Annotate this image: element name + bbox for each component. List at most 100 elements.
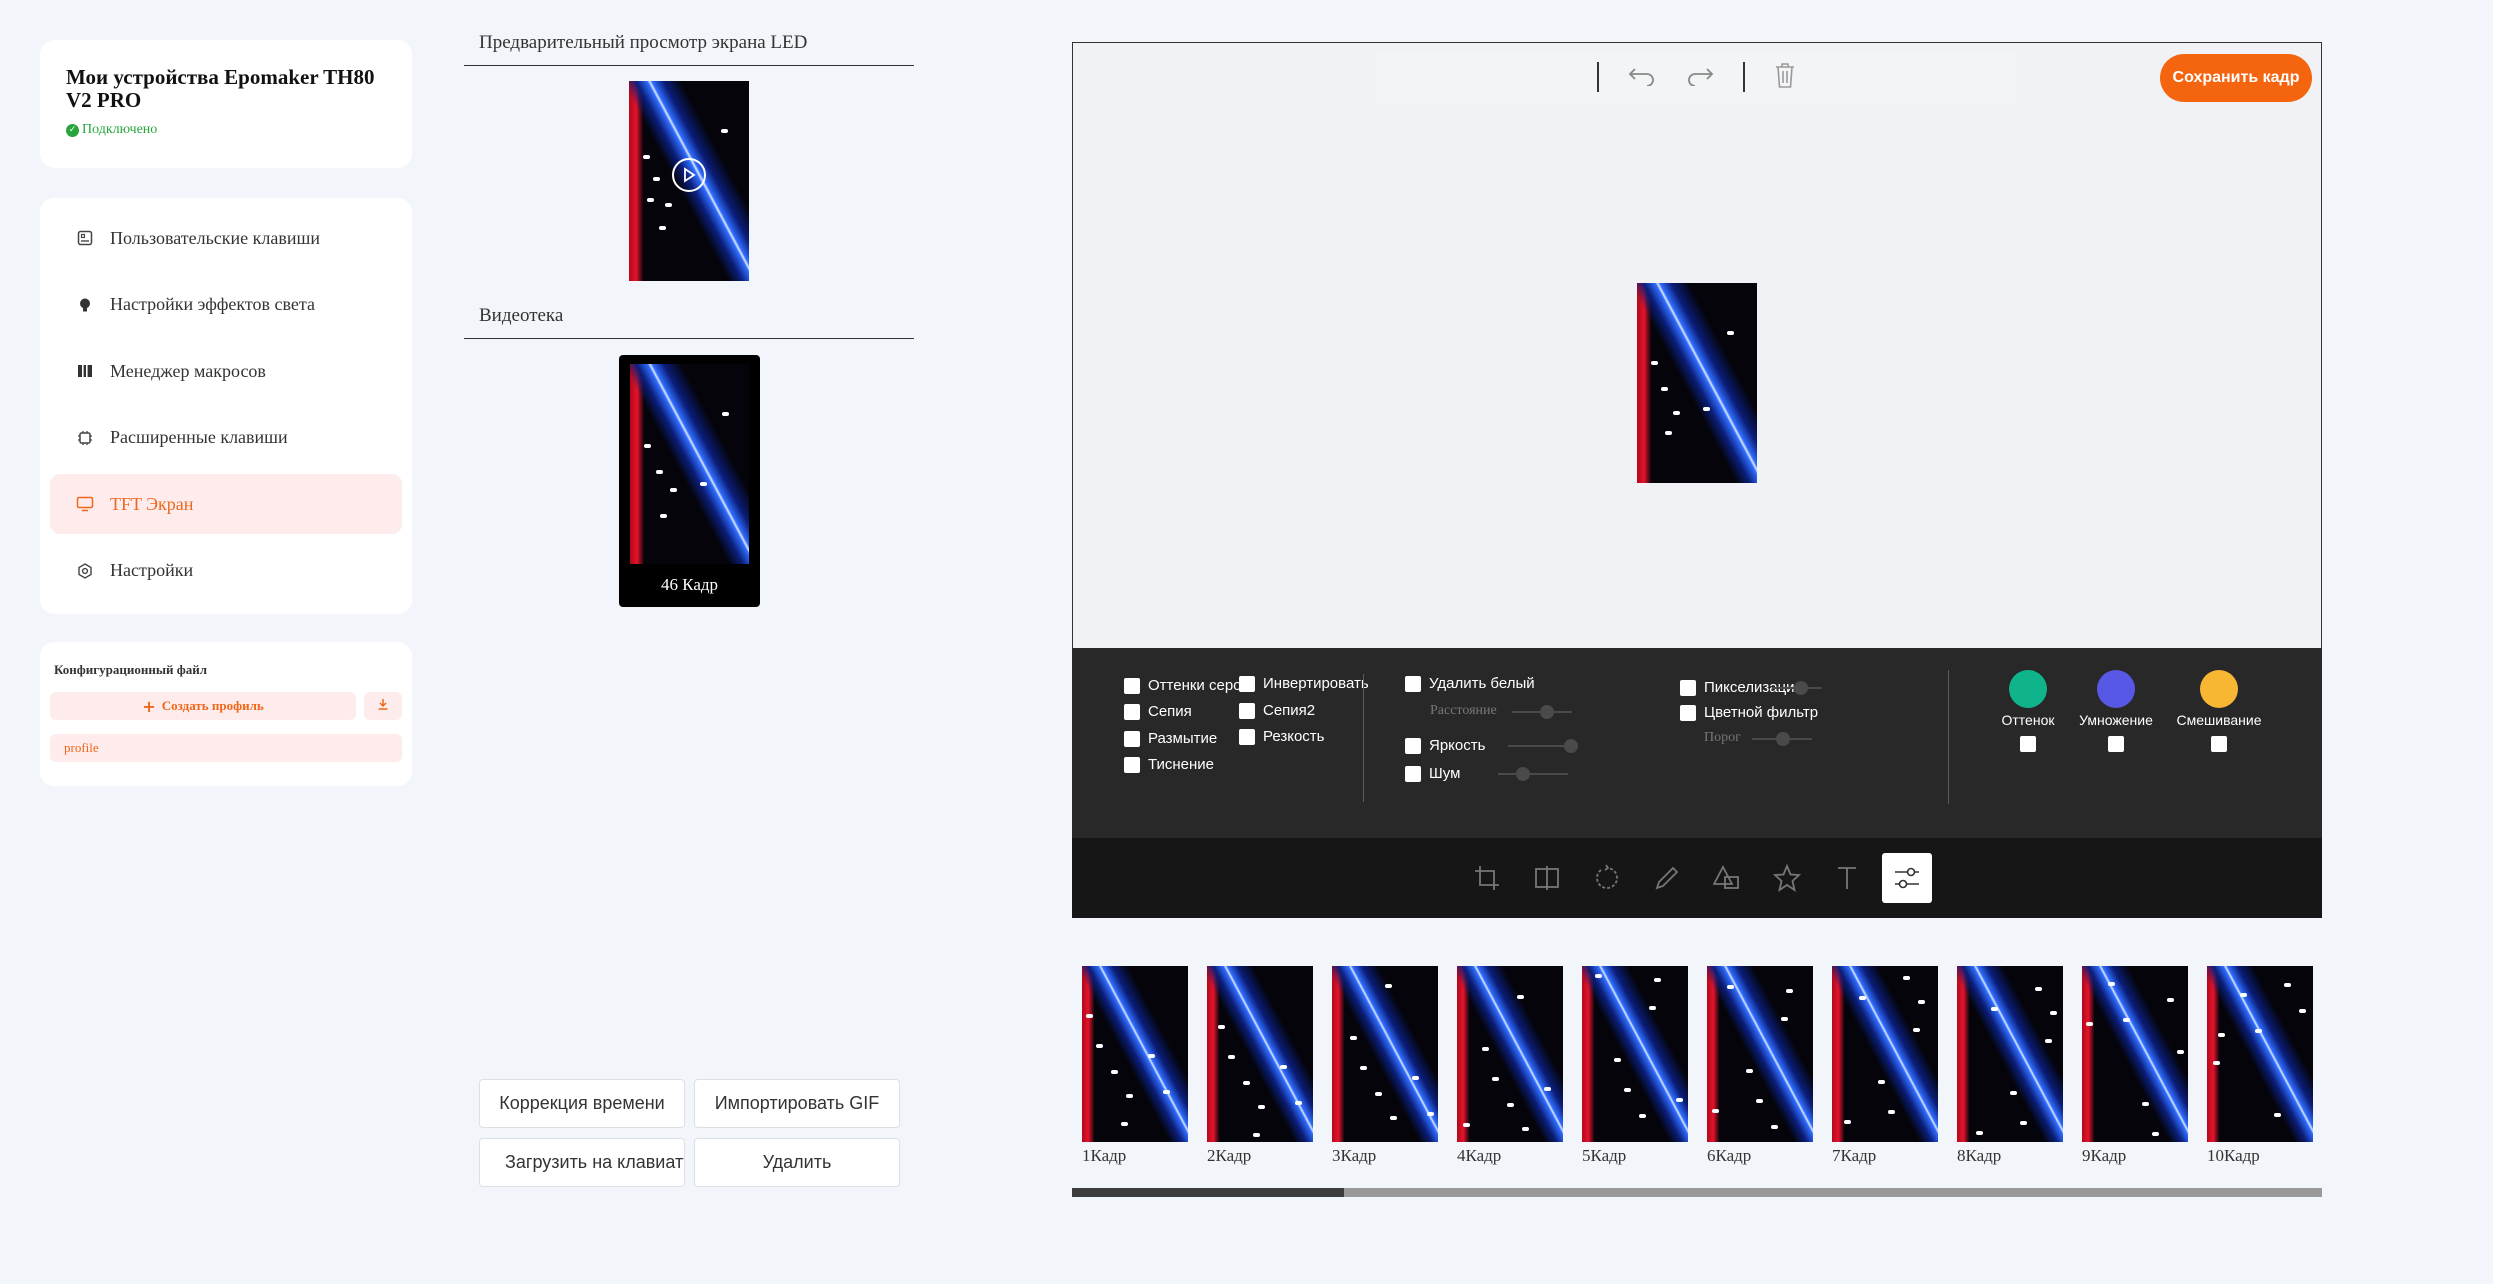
blend-color-swatch[interactable]: [2200, 670, 2238, 708]
invert-checkbox[interactable]: Инвертировать: [1239, 675, 1369, 692]
profile-list-item[interactable]: profile: [50, 734, 402, 762]
check-circle-icon: ✓: [66, 123, 79, 137]
download-profile-button[interactable]: [364, 692, 402, 720]
frame-thumbnail[interactable]: [1332, 966, 1438, 1142]
noise-slider[interactable]: [1498, 767, 1568, 781]
noise-checkbox[interactable]: Шум: [1405, 765, 1460, 782]
frame-thumbnail[interactable]: [1457, 966, 1563, 1142]
rotate-icon[interactable]: [1582, 853, 1632, 903]
sharpen-checkbox[interactable]: Резкость: [1239, 728, 1325, 745]
multiply-checkbox[interactable]: [2108, 736, 2124, 752]
frame-thumbnail[interactable]: [1582, 966, 1688, 1142]
frames-scrollbar-thumb[interactable]: [1072, 1188, 1344, 1197]
device-card: Мои устройства Epomaker TH80 V2 PRO ✓ По…: [40, 40, 412, 168]
flip-icon[interactable]: [1522, 853, 1572, 903]
frame-thumbnail[interactable]: [1957, 966, 2063, 1142]
library-item-label: 46 Кадр: [660, 575, 719, 594]
frame-thumbnail[interactable]: [1207, 966, 1313, 1142]
sidebar-item-settings[interactable]: Настройки: [50, 541, 402, 601]
toolbar-divider: [1597, 62, 1599, 92]
sidebar-item-macro-manager[interactable]: Менеджер макросов: [50, 341, 402, 401]
sepia-checkbox[interactable]: Сепия: [1124, 703, 1192, 720]
create-profile-label: Создать профиль: [161, 698, 264, 713]
frame-label: 8Кадр: [1957, 1146, 2002, 1165]
create-profile-button[interactable]: + Создать профиль: [50, 692, 357, 720]
canvas-image[interactable]: [1637, 283, 1757, 483]
brightness-checkbox[interactable]: Яркость: [1405, 737, 1485, 754]
sidebar-item-custom-keys[interactable]: Пользовательские клавиши: [50, 208, 402, 268]
blend-checkbox[interactable]: [2211, 736, 2227, 752]
preview-title: Предварительный просмотр экрана LED: [479, 32, 808, 53]
distance-slider[interactable]: [1512, 705, 1572, 719]
config-panel: Конфигурационный файл + Создать профиль …: [40, 642, 412, 786]
sidebar-item-advanced-keys[interactable]: Расширенные клавиши: [50, 408, 402, 468]
frame-thumbnail[interactable]: [2207, 966, 2313, 1142]
sidebar-item-label: Настройки эффектов света: [110, 294, 315, 314]
light-bulb-icon: [76, 296, 94, 314]
blur-checkbox[interactable]: Размытие: [1124, 730, 1217, 747]
connection-status-label: Подключено: [82, 122, 158, 137]
shapes-icon[interactable]: [1702, 853, 1752, 903]
pixelate-slider[interactable]: [1772, 681, 1822, 695]
frame-label: 10Кадр: [2207, 1146, 2260, 1165]
sidebar-item-label: TFT Экран: [110, 493, 194, 514]
frame-label: 6Кадр: [1707, 1146, 1752, 1165]
tint-color-swatch[interactable]: [2009, 670, 2047, 708]
grayscale-checkbox[interactable]: Оттенки серого: [1124, 677, 1255, 694]
toolbar-divider: [1743, 62, 1745, 92]
frame-thumbnail[interactable]: [1832, 966, 1938, 1142]
crop-icon[interactable]: [1462, 853, 1512, 903]
frame-thumbnail[interactable]: [1707, 966, 1813, 1142]
plus-icon: +: [142, 696, 156, 716]
filter-adjust-icon[interactable]: [1882, 853, 1932, 903]
text-icon[interactable]: [1822, 853, 1872, 903]
brightness-slider[interactable]: [1508, 739, 1578, 753]
sidebar-item-light-effects[interactable]: Настройки эффектов света: [50, 275, 402, 335]
remove-white-checkbox[interactable]: Удалить белый: [1405, 675, 1535, 692]
custom-keys-icon: [76, 229, 94, 247]
frame-label: 7Кадр: [1832, 1146, 1877, 1165]
frame-thumbnail[interactable]: [1082, 966, 1188, 1142]
frame-label: 3Кадр: [1332, 1146, 1377, 1165]
frame-thumbnail[interactable]: [2082, 966, 2188, 1142]
sidebar-item-label: Настройки: [110, 560, 194, 580]
undo-icon[interactable]: [1627, 64, 1657, 91]
sidebar-nav: Пользовательские клавиши Настройки эффек…: [40, 198, 412, 614]
tint-checkbox[interactable]: [2020, 736, 2036, 752]
chip-icon: [76, 429, 94, 447]
color-filter-checkbox[interactable]: Цветной фильтр: [1680, 704, 1818, 721]
time-correction-button[interactable]: Коррекция времени: [479, 1079, 685, 1128]
threshold-label: Порог: [1704, 730, 1741, 745]
redo-icon[interactable]: [1685, 64, 1715, 91]
tint-label: Оттенок: [2001, 712, 2055, 728]
threshold-slider[interactable]: [1752, 732, 1812, 746]
filter-divider: [1948, 670, 1949, 804]
frame-label: 2Кадр: [1207, 1146, 1252, 1165]
play-icon[interactable]: [672, 158, 706, 192]
device-name: Мои устройства Epomaker TH80 V2 PRO: [66, 65, 375, 112]
frame-label: 1Кадр: [1082, 1146, 1127, 1165]
sidebar-item-tft-screen[interactable]: TFT Экран: [50, 474, 402, 534]
multiply-color-swatch[interactable]: [2097, 670, 2135, 708]
star-icon[interactable]: [1762, 853, 1812, 903]
upload-to-keyboard-button[interactable]: Загрузить на клавиатуру: [479, 1138, 685, 1187]
frame-label: 4Кадр: [1457, 1146, 1502, 1165]
sidebar-item-label: Расширенные клавиши: [110, 427, 288, 447]
filter-divider: [1363, 674, 1364, 802]
save-frame-button[interactable]: Сохранить кадр: [2160, 54, 2312, 102]
connection-status: ✓ Подключено: [66, 122, 386, 138]
sepia2-checkbox[interactable]: Сепия2: [1239, 702, 1315, 719]
editor-tools-bar: [1072, 838, 2322, 918]
blend-label: Смешивание: [2176, 712, 2262, 728]
pencil-icon[interactable]: [1642, 853, 1692, 903]
library-divider: [464, 338, 914, 339]
editor-toolbar: [1377, 50, 2017, 104]
emboss-checkbox[interactable]: Тиснение: [1124, 756, 1214, 773]
trash-icon[interactable]: [1773, 61, 1797, 94]
sidebar-item-label: Менеджер макросов: [110, 360, 266, 381]
download-icon: [377, 697, 389, 715]
delete-button[interactable]: Удалить: [694, 1138, 900, 1187]
frame-label: 5Кадр: [1582, 1146, 1627, 1165]
import-gif-button[interactable]: Импортировать GIF: [694, 1079, 900, 1128]
preview-divider: [464, 65, 914, 66]
